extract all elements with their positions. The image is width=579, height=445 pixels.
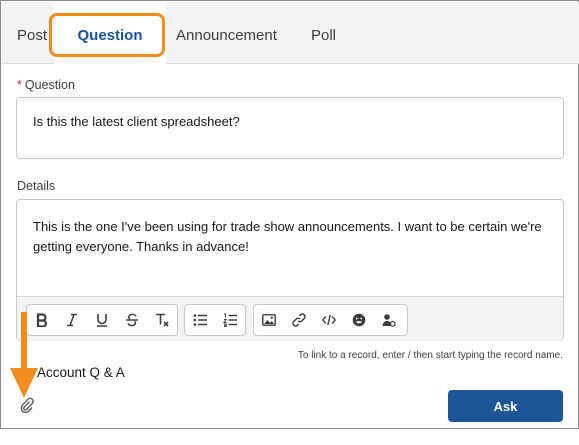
attach-file-button[interactable]	[20, 397, 34, 414]
link-button[interactable]	[284, 305, 314, 335]
details-label: Details	[17, 179, 56, 193]
italic-icon	[67, 313, 77, 327]
tab-post[interactable]: Post	[17, 2, 47, 64]
details-editor[interactable]: This is the one I've been using for trad…	[16, 199, 564, 341]
strikethrough-icon	[126, 313, 138, 327]
question-input[interactable]: Is this the latest client spreadsheet?	[16, 97, 564, 159]
image-icon	[262, 314, 276, 326]
bulleted-list-icon	[193, 314, 207, 326]
tab-question[interactable]: Question	[54, 2, 166, 64]
group-name: Account Q & A	[37, 365, 125, 380]
record-link-hint: To link to a record, enter / then start …	[297, 350, 563, 361]
strikethrough-button[interactable]	[117, 305, 147, 335]
link-icon	[292, 313, 306, 327]
mention-button[interactable]	[374, 305, 404, 335]
tab-announcement[interactable]: Announcement	[176, 2, 277, 64]
bulleted-list-button[interactable]	[185, 305, 215, 335]
code-icon	[322, 314, 336, 326]
image-button[interactable]	[254, 305, 284, 335]
text-format-group	[26, 304, 178, 336]
question-label-text: Question	[24, 78, 75, 92]
mention-icon	[382, 314, 396, 327]
numbered-list-icon	[223, 313, 237, 327]
ask-button[interactable]: Ask	[448, 390, 563, 422]
italic-button[interactable]	[57, 305, 87, 335]
bold-icon	[36, 313, 48, 327]
emoji-button[interactable]	[344, 305, 374, 335]
rich-text-toolbar	[17, 296, 563, 341]
emoji-icon	[352, 313, 366, 327]
tab-poll[interactable]: Poll	[311, 2, 336, 64]
list-group	[184, 304, 246, 336]
required-mark: *	[17, 78, 22, 92]
clear-formatting-icon	[156, 313, 169, 327]
details-text[interactable]: This is the one I've been using for trad…	[33, 217, 548, 257]
underline-button[interactable]	[87, 305, 117, 335]
tab-bar: Post Question Announcement Poll	[2, 2, 579, 64]
question-label: * Question	[17, 78, 75, 92]
insert-group	[253, 304, 408, 336]
numbered-list-button[interactable]	[215, 305, 245, 335]
paperclip-icon	[20, 397, 34, 414]
clear-formatting-button[interactable]	[147, 305, 177, 335]
bold-button[interactable]	[27, 305, 57, 335]
code-button[interactable]	[314, 305, 344, 335]
underline-icon	[97, 314, 107, 327]
